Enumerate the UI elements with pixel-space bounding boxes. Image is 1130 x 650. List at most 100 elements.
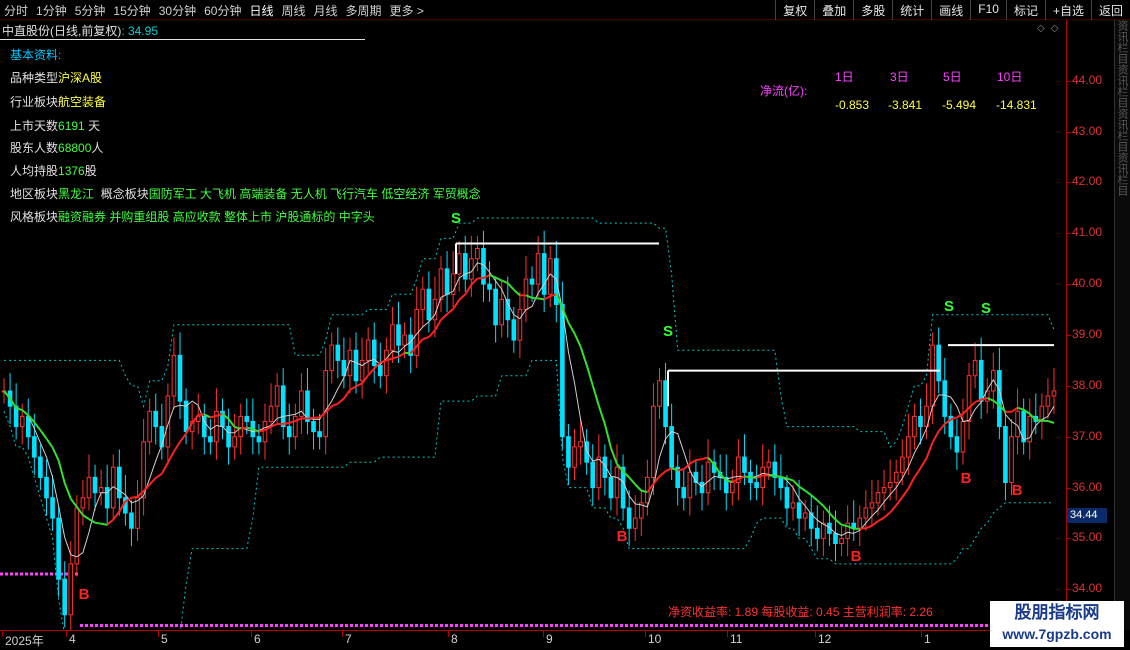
period-tab[interactable]: 多周期 [346,2,382,19]
ma10-segment [349,385,357,391]
ma10-segment [792,479,800,488]
info-sidebar[interactable]: 资讯栏目资讯栏目资讯栏目资讯栏目 [1114,20,1130,630]
ma10-segment [337,397,345,405]
candle-body [335,344,341,361]
sell-signal: S [451,210,461,227]
ma10-segment [227,418,236,428]
ma10-segment [677,468,684,472]
sell-signal: S [944,298,954,315]
candlestick-chart[interactable]: S S S S B B B B B [0,40,1066,630]
tool-button[interactable]: 画线 [931,0,970,20]
candle-body [681,487,687,499]
candle-body [912,415,917,438]
ma10-segment [501,279,509,285]
financial-ratios: 净资收益率: 1.89 每股收益: 0.45 主营利润率: 2.26 [668,605,933,619]
month-label: 12 [818,632,832,646]
candle-body [384,349,389,377]
ma10-segment [701,456,709,461]
candle-body [402,334,407,346]
candle-body [942,380,948,417]
tool-button[interactable]: +自选 [1044,0,1091,20]
ma10-segment [913,467,922,478]
tool-button[interactable]: 叠加 [814,0,853,20]
candle-body [899,456,905,473]
ma10-segment [355,382,363,388]
period-tab[interactable]: 更多 > [390,2,424,19]
tool-button[interactable]: F10 [970,0,1006,20]
ma10-segment [567,322,576,334]
ma10-segment [69,498,78,508]
ma10-segment [774,474,782,478]
candle-body [232,436,237,448]
tool-button[interactable]: 统计 [892,0,931,20]
ma10-segment [33,421,42,431]
candle-body [98,487,104,494]
ma10-segment [240,426,247,430]
candle-body [978,359,984,402]
candle-body [596,456,602,489]
tool-button[interactable]: 复权 [775,0,814,20]
axis-tick [1067,131,1071,133]
ma10-segment [974,398,982,404]
candle-body [44,476,49,499]
candle-body [438,268,444,300]
period-tab[interactable]: 15分钟 [113,2,150,19]
period-tab[interactable]: 周线 [281,2,305,19]
candle-body [590,461,596,489]
period-tab[interactable]: 分时 [4,2,28,19]
ma10-segment [889,504,897,514]
candle-body [62,578,68,616]
candle-body [493,288,498,326]
axis-tick [1067,182,1071,184]
candle-body [699,482,705,494]
period-tab[interactable]: 5分钟 [75,2,106,19]
candle-body [754,482,759,489]
period-tab[interactable]: 30分钟 [159,2,196,19]
ma10-segment [82,514,90,520]
axis-tick [1067,335,1071,336]
candle-body [742,456,747,473]
candle-body [1003,426,1008,484]
candle-body [171,354,177,397]
ma10-segment [877,516,885,523]
ma10-segment [422,336,430,341]
period-tab[interactable]: 日线 [249,2,273,19]
ma10-segment [744,475,751,479]
month-tick [448,631,449,637]
ma10-segment [597,405,606,425]
tool-button[interactable]: 多股 [853,0,892,20]
candle-body [420,288,426,311]
candle-body [456,253,462,275]
candle-body [32,436,37,458]
site-watermark-logo: 股朋指标网 www.7gpzb.com [990,601,1124,647]
period-tab[interactable]: 1分钟 [36,2,67,19]
ma10-segment [440,313,448,321]
period-tab[interactable]: 月线 [314,2,338,19]
candle-body [572,446,577,468]
ma10-segment [94,521,102,525]
candle-body [881,487,887,494]
candle-body [784,487,790,509]
candle-body [887,482,893,489]
candle-body [426,288,432,321]
axis-tick-label: 43.00 [1072,123,1103,138]
ma10-segment [665,467,673,473]
month-label: 1 [924,632,931,646]
candle-body [475,248,480,260]
ma10-segment [865,524,873,530]
tool-button[interactable]: 返回 [1090,0,1130,20]
ma10-segment [513,288,521,297]
ma10-segment [495,276,503,282]
price-axis: 44.00 43.00 42.00 41.00 40.00 39.00 38.00 37.00… [1066,20,1114,630]
candle-body [857,517,863,529]
ma10-segment [798,485,806,492]
period-tab[interactable]: 60分钟 [204,2,241,19]
candle-body [972,359,978,377]
candle-body [566,436,571,468]
watermark-url: www.7gpzb.com [1002,626,1112,642]
candle-body [766,461,772,468]
tool-button[interactable]: 标记 [1005,0,1045,20]
ma10-segment [392,355,399,360]
panel-diamond-icons[interactable]: ◇◇ [1037,23,1064,34]
ma10-segment [1017,406,1024,411]
